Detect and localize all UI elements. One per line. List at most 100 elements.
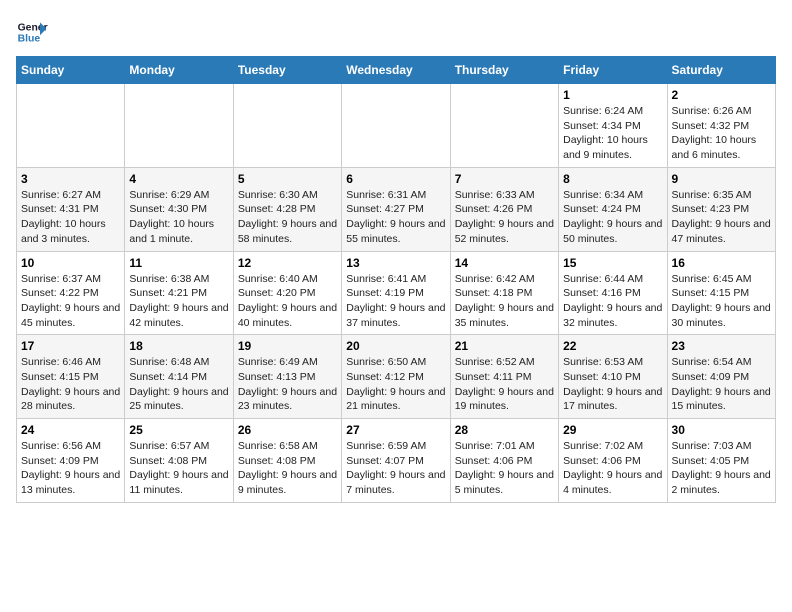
day-cell: 14 Sunrise: 6:42 AM Sunset: 4:18 PM Dayli… bbox=[450, 251, 558, 335]
day-cell bbox=[342, 84, 450, 168]
day-number: 24 bbox=[21, 423, 120, 437]
day-info: Sunrise: 6:34 AM Sunset: 4:24 PM Dayligh… bbox=[563, 188, 662, 247]
day-info: Sunrise: 6:48 AM Sunset: 4:14 PM Dayligh… bbox=[129, 355, 228, 414]
week-row-5: 24Sunrise: 6:56 AM Sunset: 4:09 PM Dayli… bbox=[17, 419, 776, 503]
day-info: Sunrise: 6:57 AM Sunset: 4:08 PM Dayligh… bbox=[129, 439, 228, 498]
day-number: 9 bbox=[672, 172, 771, 186]
col-header-monday: Monday bbox=[125, 57, 233, 84]
day-cell: 19Sunrise: 6:49 AM Sunset: 4:13 PM Dayli… bbox=[233, 335, 341, 419]
day-number: 8 bbox=[563, 172, 662, 186]
day-info: Sunrise: 6:38 AM Sunset: 4:21 PM Dayligh… bbox=[129, 272, 228, 331]
day-info: Sunrise: 7:03 AM Sunset: 4:05 PM Dayligh… bbox=[672, 439, 771, 498]
day-number: 10 bbox=[21, 256, 120, 270]
day-info: Sunrise: 6:24 AM Sunset: 4:34 PM Dayligh… bbox=[563, 104, 662, 163]
day-info: Sunrise: 6:42 AM Sunset: 4:18 PM Dayligh… bbox=[455, 272, 554, 331]
day-number: 13 bbox=[346, 256, 445, 270]
day-cell: 26 Sunrise: 6:58 AM Sunset: 4:08 PM Dayli… bbox=[233, 419, 341, 503]
day-number: 20 bbox=[346, 339, 445, 353]
col-header-friday: Friday bbox=[559, 57, 667, 84]
day-cell: 5 Sunrise: 6:30 AM Sunset: 4:28 PM Daylig… bbox=[233, 167, 341, 251]
col-header-wednesday: Wednesday bbox=[342, 57, 450, 84]
day-info: Sunrise: 6:30 AM Sunset: 4:28 PM Dayligh… bbox=[238, 188, 337, 247]
day-cell: 13 Sunrise: 6:41 AM Sunset: 4:19 PM Dayli… bbox=[342, 251, 450, 335]
col-header-thursday: Thursday bbox=[450, 57, 558, 84]
day-cell: 22 Sunrise: 6:53 AM Sunset: 4:10 PM Dayli… bbox=[559, 335, 667, 419]
day-cell bbox=[17, 84, 125, 168]
day-cell: 30 Sunrise: 7:03 AM Sunset: 4:05 PM Dayli… bbox=[667, 419, 775, 503]
day-info: Sunrise: 6:27 AM Sunset: 4:31 PM Dayligh… bbox=[21, 188, 120, 247]
day-number: 14 bbox=[455, 256, 554, 270]
week-row-1: 1 Sunrise: 6:24 AM Sunset: 4:34 PM Daylig… bbox=[17, 84, 776, 168]
day-info: Sunrise: 6:58 AM Sunset: 4:08 PM Dayligh… bbox=[238, 439, 337, 498]
day-number: 28 bbox=[455, 423, 554, 437]
day-cell: 6Sunrise: 6:31 AM Sunset: 4:27 PM Daylig… bbox=[342, 167, 450, 251]
day-cell: 7Sunrise: 6:33 AM Sunset: 4:26 PM Daylig… bbox=[450, 167, 558, 251]
day-cell: 18 Sunrise: 6:48 AM Sunset: 4:14 PM Dayli… bbox=[125, 335, 233, 419]
day-cell: 23 Sunrise: 6:54 AM Sunset: 4:09 PM Dayli… bbox=[667, 335, 775, 419]
day-info: Sunrise: 6:44 AM Sunset: 4:16 PM Dayligh… bbox=[563, 272, 662, 331]
day-info: Sunrise: 6:46 AM Sunset: 4:15 PM Dayligh… bbox=[21, 355, 120, 414]
day-info: Sunrise: 6:41 AM Sunset: 4:19 PM Dayligh… bbox=[346, 272, 445, 331]
day-cell: 4 Sunrise: 6:29 AM Sunset: 4:30 PM Daylig… bbox=[125, 167, 233, 251]
day-info: Sunrise: 6:29 AM Sunset: 4:30 PM Dayligh… bbox=[129, 188, 228, 247]
day-cell bbox=[233, 84, 341, 168]
week-row-2: 3 Sunrise: 6:27 AM Sunset: 4:31 PM Daylig… bbox=[17, 167, 776, 251]
day-info: Sunrise: 7:02 AM Sunset: 4:06 PM Dayligh… bbox=[563, 439, 662, 498]
day-info: Sunrise: 6:54 AM Sunset: 4:09 PM Dayligh… bbox=[672, 355, 771, 414]
day-cell: 15 Sunrise: 6:44 AM Sunset: 4:16 PM Dayli… bbox=[559, 251, 667, 335]
day-number: 2 bbox=[672, 88, 771, 102]
day-number: 22 bbox=[563, 339, 662, 353]
day-number: 15 bbox=[563, 256, 662, 270]
day-cell: 10 Sunrise: 6:37 AM Sunset: 4:22 PM Dayli… bbox=[17, 251, 125, 335]
day-cell: 24Sunrise: 6:56 AM Sunset: 4:09 PM Dayli… bbox=[17, 419, 125, 503]
day-cell: 8 Sunrise: 6:34 AM Sunset: 4:24 PM Daylig… bbox=[559, 167, 667, 251]
day-cell bbox=[450, 84, 558, 168]
day-cell: 20 Sunrise: 6:50 AM Sunset: 4:12 PM Dayli… bbox=[342, 335, 450, 419]
day-number: 16 bbox=[672, 256, 771, 270]
day-number: 11 bbox=[129, 256, 228, 270]
day-number: 29 bbox=[563, 423, 662, 437]
day-info: Sunrise: 6:49 AM Sunset: 4:13 PM Dayligh… bbox=[238, 355, 337, 414]
week-row-4: 17Sunrise: 6:46 AM Sunset: 4:15 PM Dayli… bbox=[17, 335, 776, 419]
day-cell: 29 Sunrise: 7:02 AM Sunset: 4:06 PM Dayli… bbox=[559, 419, 667, 503]
logo-icon: General Blue bbox=[16, 16, 48, 48]
day-info: Sunrise: 6:52 AM Sunset: 4:11 PM Dayligh… bbox=[455, 355, 554, 414]
day-number: 5 bbox=[238, 172, 337, 186]
day-cell: 21 Sunrise: 6:52 AM Sunset: 4:11 PM Dayli… bbox=[450, 335, 558, 419]
day-number: 6 bbox=[346, 172, 445, 186]
day-info: Sunrise: 6:26 AM Sunset: 4:32 PM Dayligh… bbox=[672, 104, 771, 163]
day-number: 3 bbox=[21, 172, 120, 186]
day-cell: 28 Sunrise: 7:01 AM Sunset: 4:06 PM Dayli… bbox=[450, 419, 558, 503]
day-cell: 25 Sunrise: 6:57 AM Sunset: 4:08 PM Dayli… bbox=[125, 419, 233, 503]
day-number: 12 bbox=[238, 256, 337, 270]
day-number: 25 bbox=[129, 423, 228, 437]
day-info: Sunrise: 6:53 AM Sunset: 4:10 PM Dayligh… bbox=[563, 355, 662, 414]
day-number: 4 bbox=[129, 172, 228, 186]
day-number: 18 bbox=[129, 339, 228, 353]
week-row-3: 10 Sunrise: 6:37 AM Sunset: 4:22 PM Dayli… bbox=[17, 251, 776, 335]
day-info: Sunrise: 6:37 AM Sunset: 4:22 PM Dayligh… bbox=[21, 272, 120, 331]
calendar-table: SundayMondayTuesdayWednesdayThursdayFrid… bbox=[16, 56, 776, 503]
day-number: 21 bbox=[455, 339, 554, 353]
day-number: 27 bbox=[346, 423, 445, 437]
col-header-tuesday: Tuesday bbox=[233, 57, 341, 84]
page-header: General Blue bbox=[16, 16, 776, 48]
col-header-sunday: Sunday bbox=[17, 57, 125, 84]
day-cell bbox=[125, 84, 233, 168]
day-cell: 2 Sunrise: 6:26 AM Sunset: 4:32 PM Daylig… bbox=[667, 84, 775, 168]
day-info: Sunrise: 6:40 AM Sunset: 4:20 PM Dayligh… bbox=[238, 272, 337, 331]
logo: General Blue bbox=[16, 16, 48, 48]
day-info: Sunrise: 6:35 AM Sunset: 4:23 PM Dayligh… bbox=[672, 188, 771, 247]
day-info: Sunrise: 6:59 AM Sunset: 4:07 PM Dayligh… bbox=[346, 439, 445, 498]
day-number: 26 bbox=[238, 423, 337, 437]
day-number: 30 bbox=[672, 423, 771, 437]
day-cell: 3 Sunrise: 6:27 AM Sunset: 4:31 PM Daylig… bbox=[17, 167, 125, 251]
day-number: 7 bbox=[455, 172, 554, 186]
day-number: 23 bbox=[672, 339, 771, 353]
day-info: Sunrise: 6:50 AM Sunset: 4:12 PM Dayligh… bbox=[346, 355, 445, 414]
day-cell: 1 Sunrise: 6:24 AM Sunset: 4:34 PM Daylig… bbox=[559, 84, 667, 168]
day-cell: 27 Sunrise: 6:59 AM Sunset: 4:07 PM Dayli… bbox=[342, 419, 450, 503]
day-info: Sunrise: 7:01 AM Sunset: 4:06 PM Dayligh… bbox=[455, 439, 554, 498]
day-cell: 11 Sunrise: 6:38 AM Sunset: 4:21 PM Dayli… bbox=[125, 251, 233, 335]
day-number: 1 bbox=[563, 88, 662, 102]
